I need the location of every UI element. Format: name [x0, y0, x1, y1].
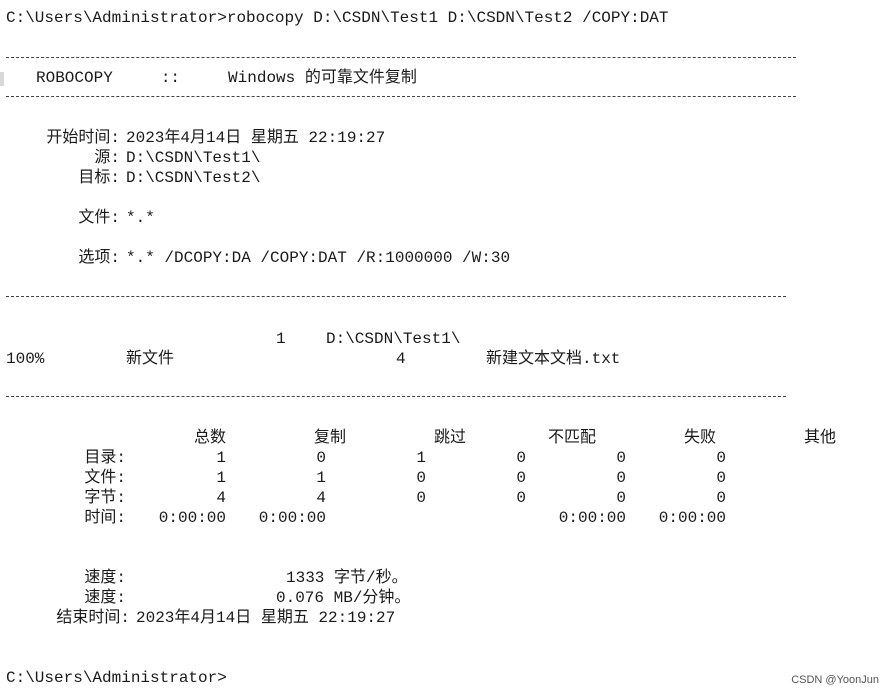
summary-cell: 1	[416, 449, 426, 467]
dir-path: D:\CSDN\Test1\	[326, 330, 461, 348]
summary-cell: 0	[516, 469, 526, 487]
command-line: C:\Users\Administrator>robocopy D:\CSDN\…	[6, 9, 669, 27]
summary-row-label: 时间:	[84, 509, 126, 527]
summary-row-label: 目录:	[84, 449, 126, 467]
summary-cell: 1	[216, 449, 226, 467]
summary-cell: 0:00:00	[158, 509, 226, 527]
separator-banner	[6, 96, 796, 97]
console-window[interactable]: C:\Users\Administrator>robocopy D:\CSDN\…	[0, 0, 889, 692]
summary-cell	[326, 508, 426, 528]
speed-mb-per-min: 0.076 MB/分钟。	[276, 589, 411, 607]
summary-cell	[426, 508, 526, 528]
summary-cell: 0	[716, 449, 726, 467]
summary-cell: 0	[716, 469, 726, 487]
summary-cell: 0	[516, 489, 526, 507]
summary-col-failed: 失败	[683, 429, 716, 447]
summary-cell: 0	[716, 489, 726, 507]
separator-top	[6, 57, 796, 58]
summary-cell: 0	[316, 449, 326, 467]
start-time-label: 开始时间:	[46, 129, 120, 147]
summary-cell: 0	[616, 449, 626, 467]
options-label: 选项:	[78, 249, 120, 267]
summary-cell: 0	[416, 469, 426, 487]
summary-cell: 0	[616, 489, 626, 507]
summary-cell: 1	[316, 469, 326, 487]
end-time-label: 结束时间:	[56, 609, 130, 627]
dir-count: 1	[276, 330, 286, 348]
options-value: *.* /DCOPY:DA /COPY:DAT /R:1000000 /W:30	[126, 249, 511, 267]
summary-col-skipped: 跳过	[433, 429, 466, 447]
dest-value: D:\CSDN\Test2\	[126, 169, 261, 187]
dest-label: 目标:	[78, 169, 120, 187]
command-prompt[interactable]: C:\Users\Administrator>	[6, 668, 227, 688]
separator-header	[6, 296, 786, 297]
summary-row-label: 文件:	[84, 469, 126, 487]
speed-label: 速度:	[84, 569, 126, 587]
source-value: D:\CSDN\Test1\	[126, 149, 261, 167]
edge-mark	[0, 72, 4, 86]
summary-cell: 0:00:00	[258, 509, 326, 527]
end-time-value: 2023年4月14日 星期五 22:19:27	[136, 609, 396, 627]
speed-bytes-per-sec: 1333 字节/秒。	[286, 569, 408, 587]
summary-cell: 0	[516, 449, 526, 467]
summary-col-extras: 其他	[803, 429, 836, 447]
summary-cell: 4	[216, 489, 226, 507]
summary-col-total: 总数	[193, 429, 226, 447]
files-label: 文件:	[78, 209, 120, 227]
banner: ROBOCOPY :: Windows 的可靠文件复制	[36, 69, 417, 87]
summary-cell: 0:00:00	[558, 509, 626, 527]
source-label: 源:	[94, 149, 120, 167]
files-value: *.*	[126, 209, 155, 227]
watermark: CSDN @YoonJun	[791, 674, 879, 686]
file-status: 新文件	[126, 350, 175, 368]
summary-cell: 0	[616, 469, 626, 487]
summary-col-copied: 复制	[313, 429, 346, 447]
summary-cell: 1	[216, 469, 226, 487]
start-time-value: 2023年4月14日 星期五 22:19:27	[126, 129, 386, 147]
speed-label: 速度:	[84, 589, 126, 607]
separator-files	[6, 396, 786, 397]
file-percent: 100%	[6, 350, 45, 368]
file-name: 新建文本文档.txt	[486, 350, 621, 368]
summary-col-mismatch: 不匹配	[547, 429, 596, 447]
summary-cell: 0:00:00	[658, 509, 726, 527]
summary-row-label: 字节:	[84, 489, 126, 507]
summary-cell: 4	[316, 489, 326, 507]
summary-cell: 0	[416, 489, 426, 507]
file-size: 4	[396, 350, 406, 368]
